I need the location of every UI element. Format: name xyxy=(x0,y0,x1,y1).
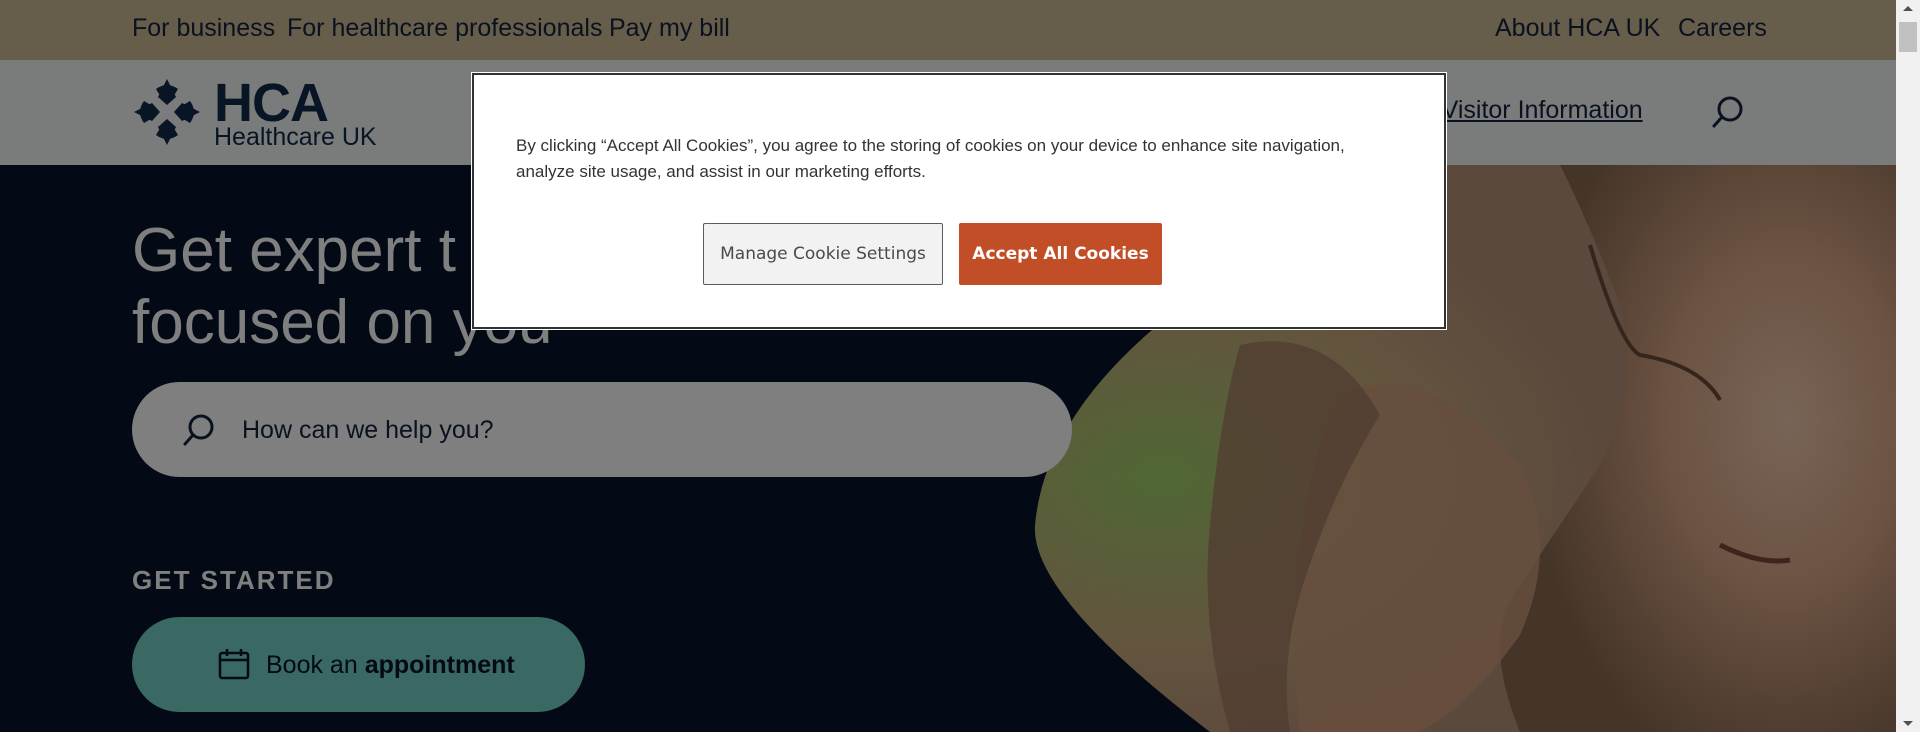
scroll-up-arrow-icon[interactable] xyxy=(1896,0,1920,17)
page: For business For healthcare professional… xyxy=(0,0,1920,732)
cookie-consent-dialog: By clicking “Accept All Cookies”, you ag… xyxy=(471,72,1447,330)
page-scrollbar[interactable] xyxy=(1896,0,1920,732)
accept-all-cookies-button[interactable]: Accept All Cookies xyxy=(959,223,1162,285)
cookie-consent-text: By clicking “Accept All Cookies”, you ag… xyxy=(516,136,1345,181)
scroll-down-arrow-icon[interactable] xyxy=(1896,715,1920,732)
scrollbar-thumb[interactable] xyxy=(1899,22,1917,52)
manage-cookie-settings-button[interactable]: Manage Cookie Settings xyxy=(703,223,943,285)
